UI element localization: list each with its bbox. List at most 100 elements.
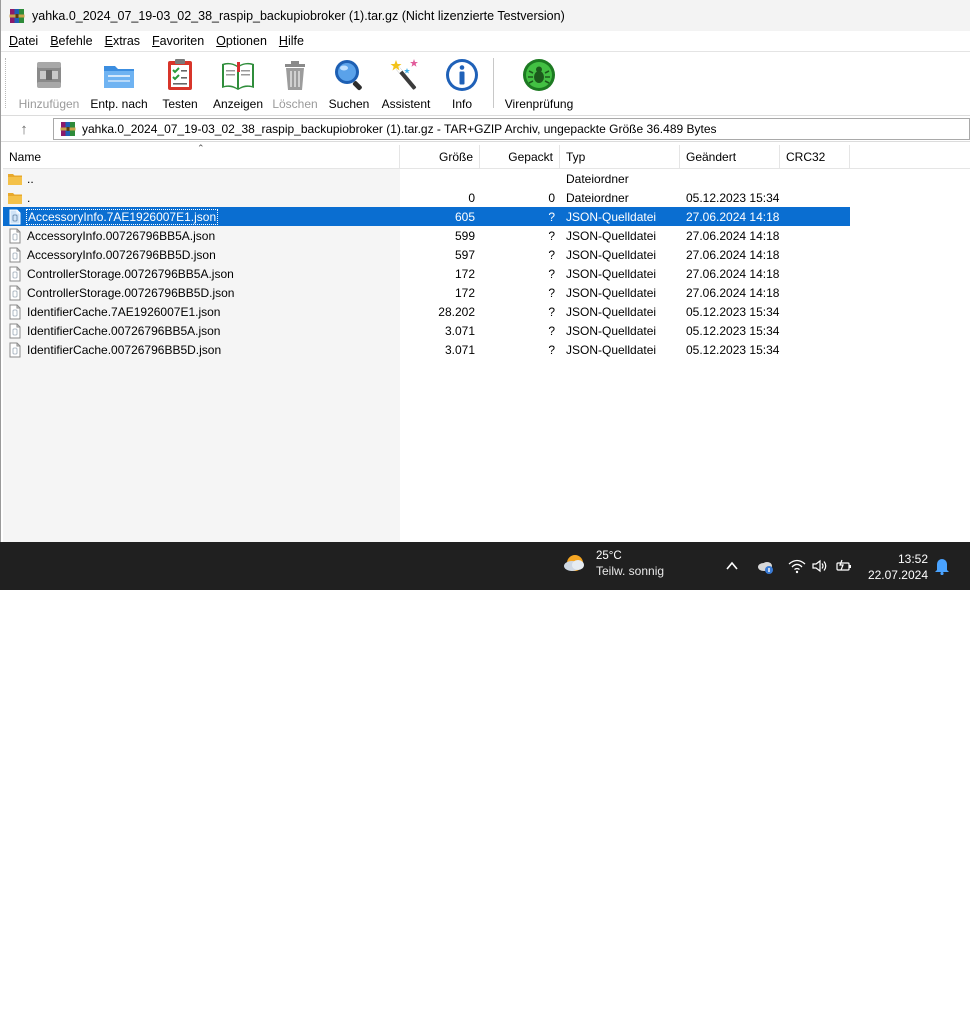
menu-datei[interactable]: Datei [3,34,44,48]
file-name: ControllerStorage.00726796BB5A.json [27,266,234,281]
info-button[interactable]: Info [445,56,479,112]
menu-optionen[interactable]: Optionen [210,34,273,48]
file-modified: 05.12.2023 15:34 [686,323,780,338]
view-button[interactable]: Anzeigen [212,56,264,112]
list-header: Name ⌃ Größe Gepackt Typ Geändert CRC32 [3,143,970,169]
table-row[interactable]: IdentifierCache.7AE1926007E1.json 28.202?… [3,302,850,321]
file-name-cell: IdentifierCache.7AE1926007E1.json [7,302,399,321]
column-header-modified[interactable]: Geändert [680,145,780,169]
table-row[interactable]: IdentifierCache.00726796BB5A.json 3.071? J… [3,321,850,340]
up-folder-button[interactable]: ↑ [7,119,41,139]
notifications-button[interactable] [932,556,952,576]
file-packed-size [480,169,555,188]
folder-icon [7,171,23,187]
extract-label: Entp. nach [90,97,148,111]
column-header-type[interactable]: Typ [560,145,680,169]
file-size: 3.071 [444,342,475,357]
file-size [400,169,475,188]
winrar-logo-icon [9,8,25,23]
clock-time: 13:52 [897,552,928,566]
table-row[interactable]: AccessoryInfo.7AE1926007E1.json 605? JSON-… [3,207,850,226]
onedrive-tray-button[interactable] [755,556,775,576]
virus-scan-button[interactable]: Virenprüfung [503,56,575,112]
magnifier-icon [335,60,362,91]
file-list[interactable]: Name ⌃ Größe Gepackt Typ Geändert CRC32 … [3,143,970,542]
address-bar: ↑ yahka.0_2024_07_19-03_02_38_raspip_bac… [1,115,970,142]
menu-bar: Datei Befehle Extras Favoriten Optionen Hilfe [1,31,970,51]
table-row[interactable]: AccessoryInfo.00726796BB5D.json 597? JSON-… [3,245,850,264]
archive-path-field[interactable]: yahka.0_2024_07_19-03_02_38_raspip_backu… [53,118,970,140]
find-label: Suchen [328,97,370,111]
file-type: JSON-Quelldatei [566,266,657,281]
table-row[interactable]: ControllerStorage.00726796BB5D.json 172? J… [3,283,850,302]
volume-tray-button[interactable] [810,556,830,576]
show-hidden-icons-button[interactable] [722,556,742,576]
weather-temperature: 25°C [596,550,622,562]
trash-icon [285,61,305,90]
file-icon [7,228,23,244]
menu-accelerator: E [104,34,113,48]
bell-icon [935,559,949,575]
file-type: JSON-Quelldatei [566,304,657,319]
title-bar[interactable]: yahka.0_2024_07_19-03_02_38_raspip_backu… [1,0,970,31]
column-header-size[interactable]: Größe [400,145,480,169]
file-modified: 27.06.2024 14:18 [686,228,780,243]
menu-hilfe[interactable]: Hilfe [273,34,310,48]
menu-befehle[interactable]: Befehle [44,34,98,48]
wizard-button[interactable]: Assistent [381,56,431,112]
extract-to-button[interactable]: Entp. nach [89,56,149,112]
battery-tray-button[interactable] [834,556,854,576]
table-row[interactable]: . 0 0 Dateiordner 05.12.2023 15:34 [3,188,850,207]
add-button[interactable]: Hinzufügen [18,56,80,112]
file-type: JSON-Quelldatei [566,209,657,224]
delete-button[interactable]: Löschen [272,56,318,112]
speaker-icon [812,559,827,573]
menu-accelerator: O [216,34,226,48]
file-packed-size: 0 [548,190,555,205]
arrow-up-icon: ↑ [20,120,28,138]
file-type: Dateiordner [566,171,629,186]
table-row[interactable]: IdentifierCache.00726796BB5D.json 3.071? J… [3,340,850,359]
partly-sunny-icon [564,555,584,571]
find-button[interactable]: Suchen [328,56,370,112]
toolbar-grip[interactable] [5,58,7,108]
file-size: 172 [454,266,475,281]
info-label: Info [451,97,472,111]
test-button[interactable]: Testen [160,56,200,112]
clipboard-check-icon [168,59,192,90]
toolbar-separator [493,58,494,108]
file-name-cell: . [7,188,399,207]
archive-add-icon [37,62,61,88]
virus-scan-icon [523,59,555,91]
file-size: 172 [454,285,475,300]
table-row[interactable]: ControllerStorage.00726796BB5A.json 172? J… [3,264,850,283]
file-name: . [27,190,31,205]
file-name: AccessoryInfo.00726796BB5A.json [27,228,216,243]
column-header-name[interactable]: Name ⌃ [3,143,400,169]
menu-favoriten[interactable]: Favoriten [146,34,210,48]
winrar-window: yahka.0_2024_07_19-03_02_38_raspip_backu… [0,0,970,542]
weather-widget[interactable]: 25°C Teilw. sonnig [562,550,664,578]
window-title: yahka.0_2024_07_19-03_02_38_raspip_backu… [32,8,565,23]
column-packed-label: Gepackt [508,150,553,164]
folder-extract-icon [104,66,134,88]
file-packed-size: ? [548,228,555,243]
column-header-crc32[interactable]: CRC32 [780,145,850,169]
toolbar: Hinzufügen Entp. nach Testen Anzeigen Lö… [1,51,970,113]
battery-charging-icon [836,559,851,571]
file-type: JSON-Quelldatei [566,323,657,338]
menu-accelerator: H [278,34,288,48]
file-packed-size: ? [548,247,555,262]
menu-accelerator: D [9,34,19,48]
table-row[interactable]: .. Dateiordner [3,169,850,188]
table-row[interactable]: AccessoryInfo.00726796BB5A.json 599? JSON-… [3,226,850,245]
file-size: 28.202 [438,304,475,319]
file-name-cell: ControllerStorage.00726796BB5A.json [7,264,399,283]
file-name-cell: IdentifierCache.00726796BB5D.json [7,340,399,359]
menu-extras[interactable]: Extras [99,34,146,48]
file-modified: 27.06.2024 14:18 [686,209,780,224]
column-header-packed[interactable]: Gepackt [480,145,560,169]
wifi-icon [788,559,806,574]
network-tray-button[interactable] [787,556,807,576]
taskbar-clock[interactable]: 13:52 22.07.2024 [868,551,928,583]
